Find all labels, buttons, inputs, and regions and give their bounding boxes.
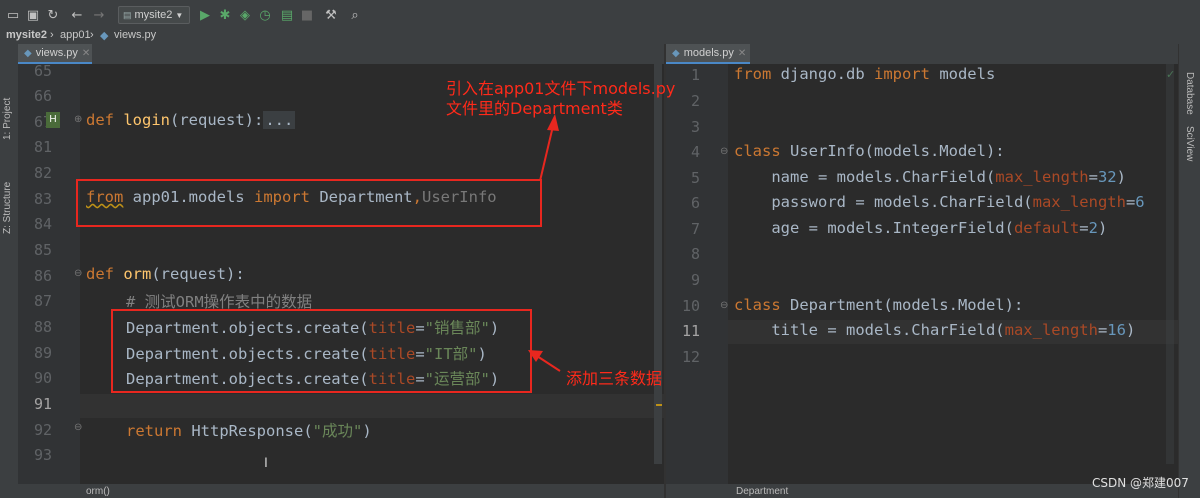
import-arrow-line [539,125,554,182]
import-annotation-line1: 引入在app01文件下models.py [446,79,676,98]
annotation-arrows [528,114,561,372]
import-annotation-line2: 文件里的Department类 [446,99,623,118]
watermark: CSDN @郑建007 [1092,476,1189,490]
add-arrow-line [536,355,561,372]
add-data-annotation: 添加三条数据 [566,369,663,388]
add-arrow-head [528,350,543,362]
